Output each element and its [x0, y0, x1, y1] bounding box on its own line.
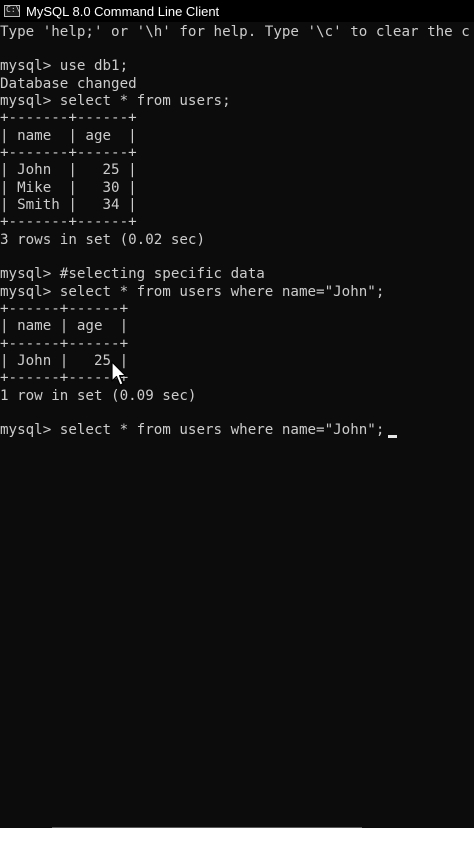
table-border: +------+------+ [0, 301, 129, 317]
result-summary: 3 rows in set (0.02 sec) [0, 232, 205, 248]
console-line: Database changed [0, 76, 137, 92]
console-line: mysql> select * from users where name="J… [0, 284, 385, 300]
console-line: mysql> #selecting specific data [0, 266, 265, 282]
mouse-pointer-icon [111, 361, 127, 386]
table-header: | name | age | [0, 318, 129, 334]
console-line: mysql> use db1; [0, 58, 129, 74]
table-border: +-------+------+ [0, 110, 137, 126]
result-summary: 1 row in set (0.09 sec) [0, 388, 197, 404]
table-border: +------+------+ [0, 336, 129, 352]
bottom-edge [0, 828, 474, 842]
table-border: +------+------+ [0, 370, 129, 386]
console-line: mysql> select * from users; [0, 93, 231, 109]
table-row: | John | 25 | [0, 353, 129, 369]
table-header: | name | age | [0, 128, 137, 144]
console-icon: C:\ [4, 5, 20, 17]
table-row: | Mike | 30 | [0, 180, 137, 196]
window-title: MySQL 8.0 Command Line Client [26, 3, 220, 19]
table-row: | John | 25 | [0, 162, 137, 178]
table-row: | Smith | 34 | [0, 197, 137, 213]
command-input-line[interactable]: mysql> select * from users where name="J… [0, 422, 384, 439]
table-border: +-------+------+ [0, 214, 137, 230]
title-bar[interactable]: C:\ MySQL 8.0 Command Line Client [0, 0, 474, 22]
console-line: Type 'help;' or '\h' for help. Type '\c'… [0, 24, 470, 40]
table-border: +-------+------+ [0, 145, 137, 161]
console-output[interactable]: Type 'help;' or '\h' for help. Type '\c'… [0, 24, 474, 824]
text-caret [388, 435, 397, 438]
console-icon-glyph: C:\ [6, 5, 21, 14]
mysql-client-window: C:\ MySQL 8.0 Command Line Client Type '… [0, 0, 474, 842]
